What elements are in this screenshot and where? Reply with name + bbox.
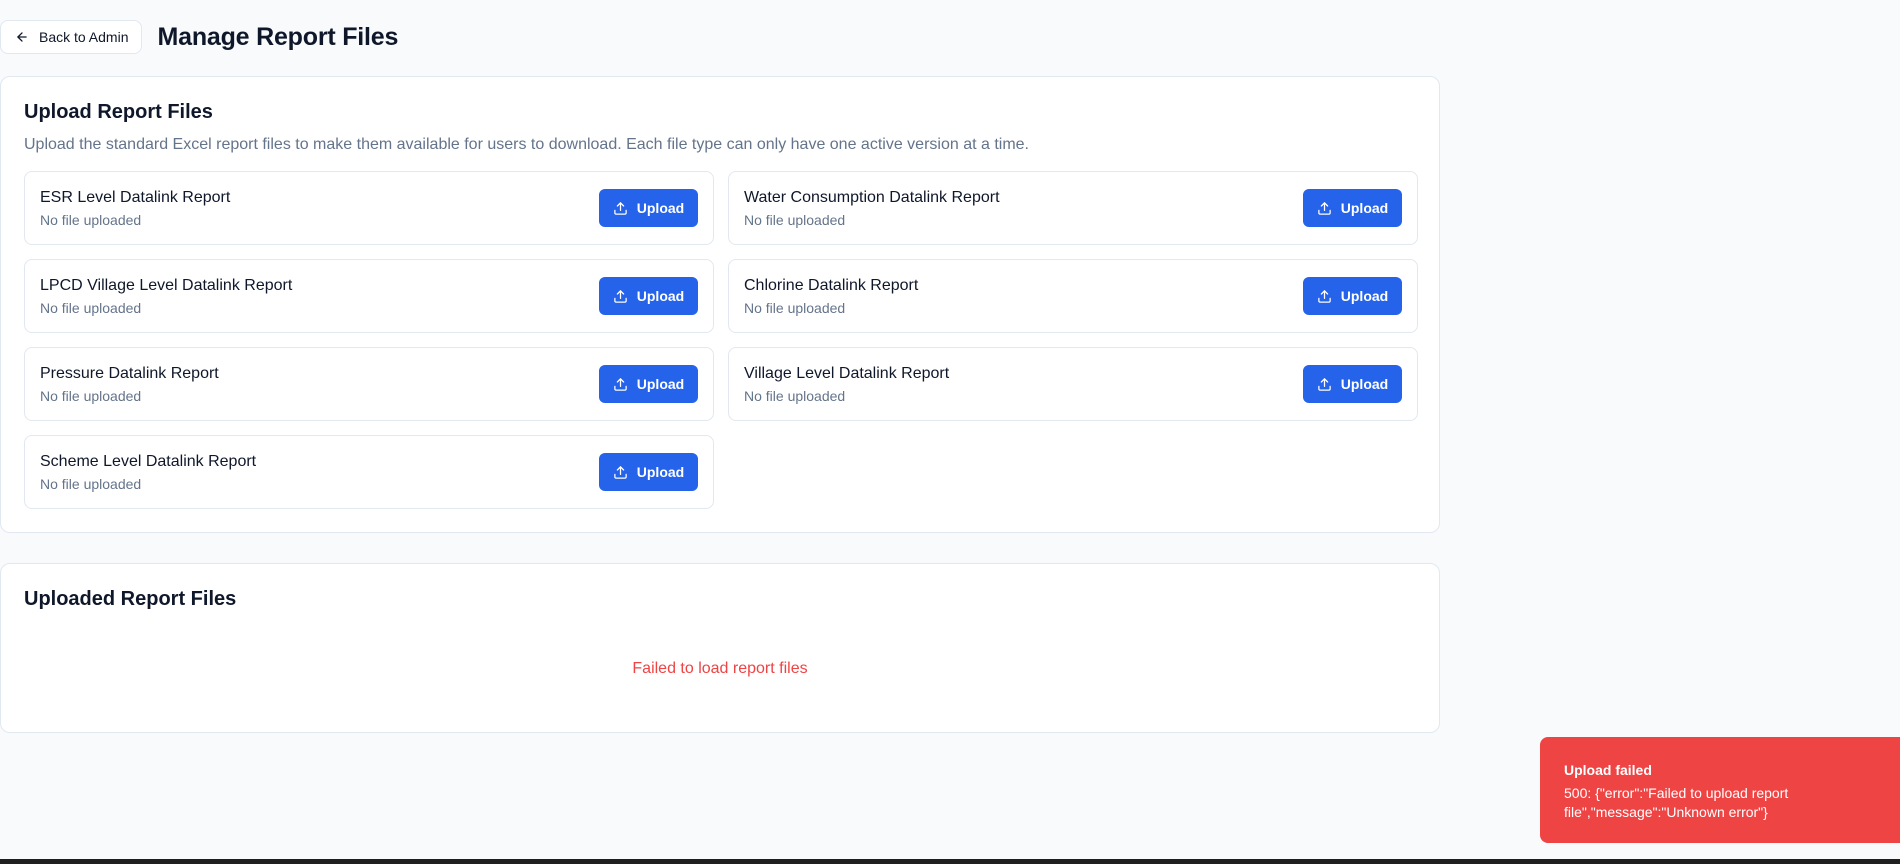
upload-button-label: Upload (636, 200, 685, 216)
upload-icon (1318, 289, 1331, 303)
report-item: LPCD Village Level Datalink Report No fi… (24, 259, 714, 333)
upload-button-label: Upload (1340, 200, 1389, 216)
toast-title: Upload failed (1564, 762, 1652, 778)
uploaded-report-files-card: Uploaded Report Files Failed to load rep… (0, 563, 1440, 733)
report-status: No file uploaded (40, 476, 142, 492)
upload-button-label: Upload (1340, 288, 1389, 304)
back-to-admin-label: Back to Admin (39, 29, 129, 45)
error-toast[interactable]: Upload failed 500: {"error":"Failed to u… (1540, 737, 1900, 843)
uploaded-section-title: Uploaded Report Files (24, 588, 237, 610)
report-status: No file uploaded (40, 212, 142, 228)
report-status: No file uploaded (744, 388, 846, 404)
arrow-left-icon (17, 32, 27, 42)
report-item: Scheme Level Datalink Report No file upl… (24, 435, 714, 509)
report-grid: ESR Level Datalink Report No file upload… (24, 171, 1418, 509)
report-name: Scheme Level Datalink Report (40, 453, 257, 470)
report-item: Chlorine Datalink Report No file uploade… (728, 259, 1418, 333)
upload-button[interactable]: Upload (1303, 365, 1402, 403)
report-name: Chlorine Datalink Report (744, 277, 919, 294)
report-name: Pressure Datalink Report (40, 365, 219, 382)
report-item: Water Consumption Datalink Report No fil… (728, 171, 1418, 245)
upload-button[interactable]: Upload (1303, 189, 1402, 227)
report-status: No file uploaded (40, 388, 142, 404)
toast-message: 500: {"error":"Failed to upload report f… (1564, 785, 1789, 820)
upload-button-label: Upload (1340, 376, 1389, 392)
upload-icon (614, 289, 627, 303)
report-name: ESR Level Datalink Report (40, 189, 231, 206)
report-item: ESR Level Datalink Report No file upload… (24, 171, 714, 245)
upload-button[interactable]: Upload (599, 365, 698, 403)
load-error-message: Failed to load report files (632, 660, 808, 677)
header: Back to Admin Manage Report Files (0, 20, 398, 54)
back-to-admin-button[interactable]: Back to Admin (0, 20, 142, 54)
upload-button-label: Upload (636, 376, 685, 392)
report-item: Village Level Datalink Report No file up… (728, 347, 1418, 421)
report-status: No file uploaded (40, 300, 142, 316)
report-name: LPCD Village Level Datalink Report (40, 277, 293, 294)
report-name: Village Level Datalink Report (744, 365, 950, 382)
upload-button[interactable]: Upload (599, 277, 698, 315)
upload-icon (614, 201, 627, 215)
upload-section-description: Upload the standard Excel report files t… (24, 136, 1029, 153)
upload-button[interactable]: Upload (599, 453, 698, 491)
upload-section-title: Upload Report Files (24, 101, 213, 123)
upload-button-label: Upload (636, 464, 685, 480)
page-title: Manage Report Files (157, 22, 399, 51)
upload-button[interactable]: Upload (599, 189, 698, 227)
report-status: No file uploaded (744, 212, 846, 228)
upload-icon (614, 465, 627, 479)
report-status: No file uploaded (744, 300, 846, 316)
page: Back to Admin Manage Report Files Upload… (0, 0, 1900, 864)
report-item: Pressure Datalink Report No file uploade… (24, 347, 714, 421)
upload-icon (1318, 201, 1331, 215)
upload-report-files-card: Upload Report Files Upload the standard … (0, 76, 1440, 533)
upload-icon (614, 377, 627, 391)
bottom-bar (0, 859, 1900, 864)
report-name: Water Consumption Datalink Report (744, 189, 1000, 206)
upload-icon (1318, 377, 1331, 391)
upload-button-label: Upload (636, 288, 685, 304)
upload-button[interactable]: Upload (1303, 277, 1402, 315)
